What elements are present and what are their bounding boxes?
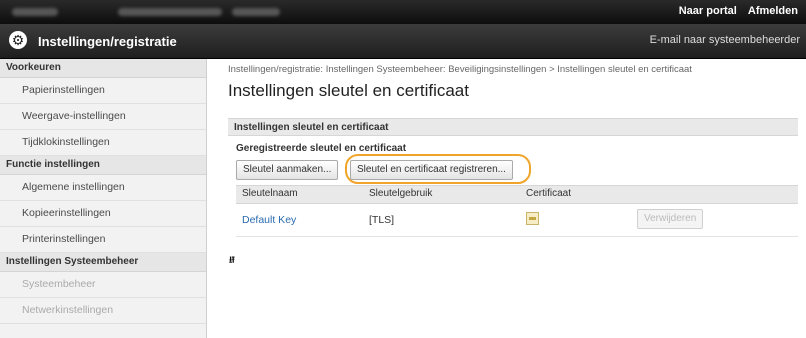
logout-link[interactable]: Afmelden (748, 5, 798, 17)
sidebar-item-network[interactable]: Netwerkinstellingen (0, 298, 206, 324)
generate-key-button[interactable]: Sleutel aanmaken... (236, 160, 339, 180)
app-header: ⚙ Instellingen/registratie E-mail naar s… (0, 24, 806, 59)
table-header: Sleutelnaam Sleutelgebruik Certificaat (236, 185, 798, 204)
column-key-usage: Sleutelgebruik (369, 188, 433, 199)
sidebar-section-management: Instellingen Systeembeheer (0, 253, 206, 272)
sidebar-section-function: Functie instellingen (0, 156, 206, 175)
sidebar-item-system-management[interactable]: Systeembeheer (0, 272, 206, 298)
page-title: Instellingen sleutel en certificaat (228, 81, 469, 100)
register-key-certificate-button[interactable]: Sleutel en certificaat registreren... (350, 160, 513, 180)
column-key-name: Sleutelnaam (242, 188, 298, 199)
top-links: Naar portal Afmelden (671, 5, 798, 17)
main-content: Instellingen/registratie: Instellingen S… (228, 64, 798, 101)
sidebar-item-printer[interactable]: Printerinstellingen (0, 227, 206, 253)
section-header: Instellingen sleutel en certificaat (228, 118, 798, 136)
sidebar-item-timer[interactable]: Tijdklokinstellingen (0, 130, 206, 156)
breadcrumb: Instellingen/registratie: Instellingen S… (228, 64, 692, 75)
sidebar: Voorkeuren Papierinstellingen Weergave-i… (0, 59, 207, 338)
top-bar: Naar portal Afmelden (0, 0, 806, 24)
delete-button[interactable]: Verwijderen (637, 209, 704, 229)
key-usage: [TLS] (369, 214, 395, 226)
sidebar-item-copy[interactable]: Kopieerinstellingen (0, 201, 206, 227)
blurred-text (232, 8, 280, 16)
key-name-link[interactable]: Default Key (242, 214, 296, 226)
subsection-title: Geregistreerde sleutel en certificaat (236, 143, 407, 154)
key-table: Sleutelnaam Sleutelgebruik Certificaat D… (236, 185, 798, 237)
sidebar-item-common[interactable]: Algemene instellingen (0, 175, 206, 201)
scroll-to-top-icon[interactable]: ⭿ (229, 253, 235, 269)
email-admin-link[interactable]: E-mail naar systeembeheerder (650, 34, 800, 46)
blurred-text (118, 8, 222, 16)
certificate-icon[interactable] (526, 212, 539, 225)
table-row: Default Key [TLS] Verwijderen (236, 204, 798, 237)
blurred-text (12, 8, 58, 16)
portal-link[interactable]: Naar portal (679, 5, 737, 17)
column-certificate: Certificaat (526, 188, 572, 199)
sidebar-item-paper[interactable]: Papierinstellingen (0, 78, 206, 104)
sidebar-section-preferences: Voorkeuren (0, 59, 206, 78)
settings-gear-icon: ⚙ (9, 31, 27, 49)
sidebar-item-display[interactable]: Weergave-instellingen (0, 104, 206, 130)
app-title: Instellingen/registratie (38, 34, 177, 49)
